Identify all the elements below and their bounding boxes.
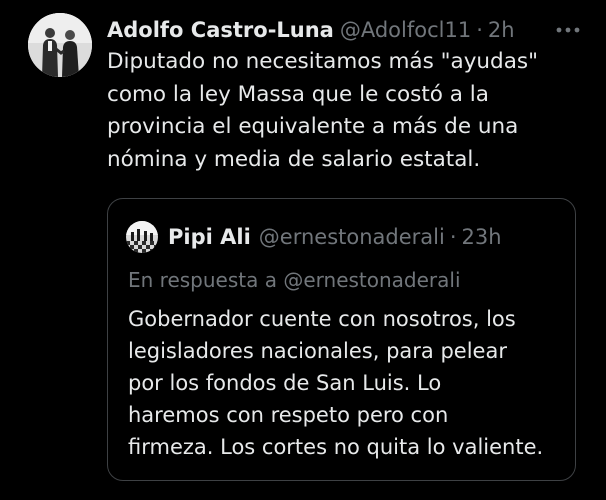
- reply-context: En respuesta a @ernestonaderali: [128, 268, 461, 292]
- more-horizontal-icon: [556, 27, 580, 33]
- quoted-tweet-header: Pipi Ali @ernestonaderali · 23h: [126, 221, 502, 253]
- quoted-author-name[interactable]: Pipi Ali: [168, 225, 251, 249]
- avatar[interactable]: [28, 13, 92, 77]
- quoted-timestamp[interactable]: 23h: [462, 225, 502, 249]
- tweet-timestamp[interactable]: 2h: [488, 18, 515, 42]
- more-options-button[interactable]: [551, 16, 585, 44]
- tweet-header: Adolfo Castro-Luna @Adolfocl11 · 2h: [107, 14, 515, 46]
- chessboard-avatar-image: [126, 221, 158, 253]
- separator-dot: ·: [476, 18, 483, 42]
- quoted-tweet[interactable]: Pipi Ali @ernestonaderali · 23h En respu…: [107, 198, 576, 481]
- tweet[interactable]: Adolfo Castro-Luna @Adolfocl11 · 2h Dipu…: [0, 0, 606, 500]
- author-name[interactable]: Adolfo Castro-Luna: [107, 18, 334, 42]
- tweet-text: Diputado no necesitamos más "ayudas" com…: [107, 49, 538, 172]
- quoted-tweet-text: Gobernador cuente con nosotros, los legi…: [128, 307, 544, 459]
- avatar-photo: [28, 13, 92, 77]
- quoted-author-handle[interactable]: @ernestonaderali: [259, 225, 445, 249]
- quoted-separator-dot: ·: [449, 225, 457, 249]
- quoted-avatar[interactable]: [126, 221, 158, 253]
- author-handle[interactable]: @Adolfocl11: [340, 18, 471, 42]
